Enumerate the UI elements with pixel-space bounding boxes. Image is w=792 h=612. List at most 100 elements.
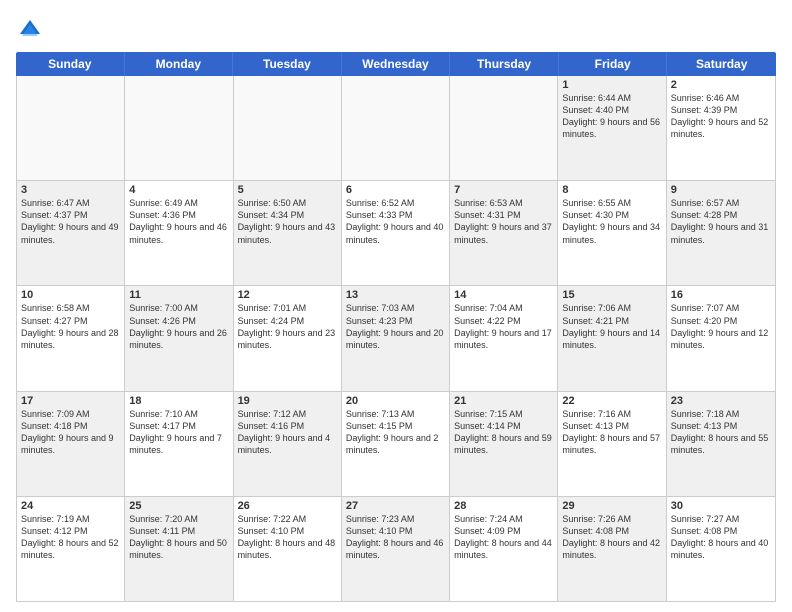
cal-cell-empty-3 xyxy=(342,76,450,180)
cal-cell-24: 24Sunrise: 7:19 AM Sunset: 4:12 PM Dayli… xyxy=(17,497,125,601)
day-number: 9 xyxy=(671,184,771,196)
day-info: Sunrise: 7:06 AM Sunset: 4:21 PM Dayligh… xyxy=(562,302,661,351)
day-number: 13 xyxy=(346,289,445,301)
cal-cell-20: 20Sunrise: 7:13 AM Sunset: 4:15 PM Dayli… xyxy=(342,392,450,496)
header-day-tuesday: Tuesday xyxy=(233,52,342,76)
day-number: 22 xyxy=(562,395,661,407)
day-number: 28 xyxy=(454,500,553,512)
day-number: 21 xyxy=(454,395,553,407)
header-day-wednesday: Wednesday xyxy=(342,52,451,76)
day-number: 2 xyxy=(671,79,771,91)
day-info: Sunrise: 7:03 AM Sunset: 4:23 PM Dayligh… xyxy=(346,302,445,351)
day-info: Sunrise: 7:12 AM Sunset: 4:16 PM Dayligh… xyxy=(238,408,337,457)
day-info: Sunrise: 7:27 AM Sunset: 4:08 PM Dayligh… xyxy=(671,513,771,562)
day-number: 4 xyxy=(129,184,228,196)
week-row-3: 17Sunrise: 7:09 AM Sunset: 4:18 PM Dayli… xyxy=(17,392,775,497)
calendar: SundayMondayTuesdayWednesdayThursdayFrid… xyxy=(16,52,776,602)
header-day-monday: Monday xyxy=(125,52,234,76)
day-info: Sunrise: 7:10 AM Sunset: 4:17 PM Dayligh… xyxy=(129,408,228,457)
day-info: Sunrise: 7:09 AM Sunset: 4:18 PM Dayligh… xyxy=(21,408,120,457)
header-day-friday: Friday xyxy=(559,52,668,76)
day-info: Sunrise: 7:22 AM Sunset: 4:10 PM Dayligh… xyxy=(238,513,337,562)
cal-cell-27: 27Sunrise: 7:23 AM Sunset: 4:10 PM Dayli… xyxy=(342,497,450,601)
day-info: Sunrise: 7:26 AM Sunset: 4:08 PM Dayligh… xyxy=(562,513,661,562)
day-number: 5 xyxy=(238,184,337,196)
week-row-0: 1Sunrise: 6:44 AM Sunset: 4:40 PM Daylig… xyxy=(17,76,775,181)
day-number: 7 xyxy=(454,184,553,196)
day-info: Sunrise: 6:55 AM Sunset: 4:30 PM Dayligh… xyxy=(562,197,661,246)
cal-cell-29: 29Sunrise: 7:26 AM Sunset: 4:08 PM Dayli… xyxy=(558,497,666,601)
cal-cell-30: 30Sunrise: 7:27 AM Sunset: 4:08 PM Dayli… xyxy=(667,497,775,601)
day-info: Sunrise: 7:18 AM Sunset: 4:13 PM Dayligh… xyxy=(671,408,771,457)
cal-cell-5: 5Sunrise: 6:50 AM Sunset: 4:34 PM Daylig… xyxy=(234,181,342,285)
cal-cell-empty-0 xyxy=(17,76,125,180)
cal-cell-28: 28Sunrise: 7:24 AM Sunset: 4:09 PM Dayli… xyxy=(450,497,558,601)
cal-cell-23: 23Sunrise: 7:18 AM Sunset: 4:13 PM Dayli… xyxy=(667,392,775,496)
day-info: Sunrise: 6:49 AM Sunset: 4:36 PM Dayligh… xyxy=(129,197,228,246)
day-info: Sunrise: 7:23 AM Sunset: 4:10 PM Dayligh… xyxy=(346,513,445,562)
day-number: 11 xyxy=(129,289,228,301)
day-info: Sunrise: 6:57 AM Sunset: 4:28 PM Dayligh… xyxy=(671,197,771,246)
day-info: Sunrise: 6:50 AM Sunset: 4:34 PM Dayligh… xyxy=(238,197,337,246)
cal-cell-6: 6Sunrise: 6:52 AM Sunset: 4:33 PM Daylig… xyxy=(342,181,450,285)
logo-icon xyxy=(16,16,44,44)
cal-cell-empty-2 xyxy=(234,76,342,180)
day-info: Sunrise: 7:00 AM Sunset: 4:26 PM Dayligh… xyxy=(129,302,228,351)
day-info: Sunrise: 7:13 AM Sunset: 4:15 PM Dayligh… xyxy=(346,408,445,457)
cal-cell-empty-1 xyxy=(125,76,233,180)
day-info: Sunrise: 6:46 AM Sunset: 4:39 PM Dayligh… xyxy=(671,92,771,141)
cal-cell-2: 2Sunrise: 6:46 AM Sunset: 4:39 PM Daylig… xyxy=(667,76,775,180)
cal-cell-1: 1Sunrise: 6:44 AM Sunset: 4:40 PM Daylig… xyxy=(558,76,666,180)
cal-cell-25: 25Sunrise: 7:20 AM Sunset: 4:11 PM Dayli… xyxy=(125,497,233,601)
day-number: 1 xyxy=(562,79,661,91)
day-info: Sunrise: 7:15 AM Sunset: 4:14 PM Dayligh… xyxy=(454,408,553,457)
cal-cell-19: 19Sunrise: 7:12 AM Sunset: 4:16 PM Dayli… xyxy=(234,392,342,496)
day-number: 18 xyxy=(129,395,228,407)
calendar-header: SundayMondayTuesdayWednesdayThursdayFrid… xyxy=(16,52,776,76)
header xyxy=(16,16,776,44)
cal-cell-12: 12Sunrise: 7:01 AM Sunset: 4:24 PM Dayli… xyxy=(234,286,342,390)
day-number: 8 xyxy=(562,184,661,196)
cal-cell-15: 15Sunrise: 7:06 AM Sunset: 4:21 PM Dayli… xyxy=(558,286,666,390)
week-row-1: 3Sunrise: 6:47 AM Sunset: 4:37 PM Daylig… xyxy=(17,181,775,286)
day-number: 15 xyxy=(562,289,661,301)
day-number: 12 xyxy=(238,289,337,301)
cal-cell-16: 16Sunrise: 7:07 AM Sunset: 4:20 PM Dayli… xyxy=(667,286,775,390)
header-day-saturday: Saturday xyxy=(667,52,776,76)
day-number: 27 xyxy=(346,500,445,512)
day-info: Sunrise: 7:01 AM Sunset: 4:24 PM Dayligh… xyxy=(238,302,337,351)
day-number: 20 xyxy=(346,395,445,407)
cal-cell-10: 10Sunrise: 6:58 AM Sunset: 4:27 PM Dayli… xyxy=(17,286,125,390)
cal-cell-13: 13Sunrise: 7:03 AM Sunset: 4:23 PM Dayli… xyxy=(342,286,450,390)
cal-cell-26: 26Sunrise: 7:22 AM Sunset: 4:10 PM Dayli… xyxy=(234,497,342,601)
cal-cell-3: 3Sunrise: 6:47 AM Sunset: 4:37 PM Daylig… xyxy=(17,181,125,285)
day-info: Sunrise: 6:44 AM Sunset: 4:40 PM Dayligh… xyxy=(562,92,661,141)
day-number: 24 xyxy=(21,500,120,512)
day-number: 29 xyxy=(562,500,661,512)
day-number: 6 xyxy=(346,184,445,196)
day-number: 26 xyxy=(238,500,337,512)
day-info: Sunrise: 6:52 AM Sunset: 4:33 PM Dayligh… xyxy=(346,197,445,246)
cal-cell-11: 11Sunrise: 7:00 AM Sunset: 4:26 PM Dayli… xyxy=(125,286,233,390)
day-number: 30 xyxy=(671,500,771,512)
day-info: Sunrise: 6:58 AM Sunset: 4:27 PM Dayligh… xyxy=(21,302,120,351)
cal-cell-9: 9Sunrise: 6:57 AM Sunset: 4:28 PM Daylig… xyxy=(667,181,775,285)
cal-cell-18: 18Sunrise: 7:10 AM Sunset: 4:17 PM Dayli… xyxy=(125,392,233,496)
day-info: Sunrise: 7:07 AM Sunset: 4:20 PM Dayligh… xyxy=(671,302,771,351)
day-number: 17 xyxy=(21,395,120,407)
day-info: Sunrise: 7:20 AM Sunset: 4:11 PM Dayligh… xyxy=(129,513,228,562)
header-day-sunday: Sunday xyxy=(16,52,125,76)
header-day-thursday: Thursday xyxy=(450,52,559,76)
cal-cell-8: 8Sunrise: 6:55 AM Sunset: 4:30 PM Daylig… xyxy=(558,181,666,285)
page: SundayMondayTuesdayWednesdayThursdayFrid… xyxy=(0,0,792,612)
calendar-body: 1Sunrise: 6:44 AM Sunset: 4:40 PM Daylig… xyxy=(16,76,776,602)
logo xyxy=(16,16,48,44)
day-info: Sunrise: 6:53 AM Sunset: 4:31 PM Dayligh… xyxy=(454,197,553,246)
cal-cell-empty-4 xyxy=(450,76,558,180)
day-number: 14 xyxy=(454,289,553,301)
week-row-4: 24Sunrise: 7:19 AM Sunset: 4:12 PM Dayli… xyxy=(17,497,775,601)
day-number: 19 xyxy=(238,395,337,407)
day-info: Sunrise: 6:47 AM Sunset: 4:37 PM Dayligh… xyxy=(21,197,120,246)
cal-cell-22: 22Sunrise: 7:16 AM Sunset: 4:13 PM Dayli… xyxy=(558,392,666,496)
day-number: 10 xyxy=(21,289,120,301)
